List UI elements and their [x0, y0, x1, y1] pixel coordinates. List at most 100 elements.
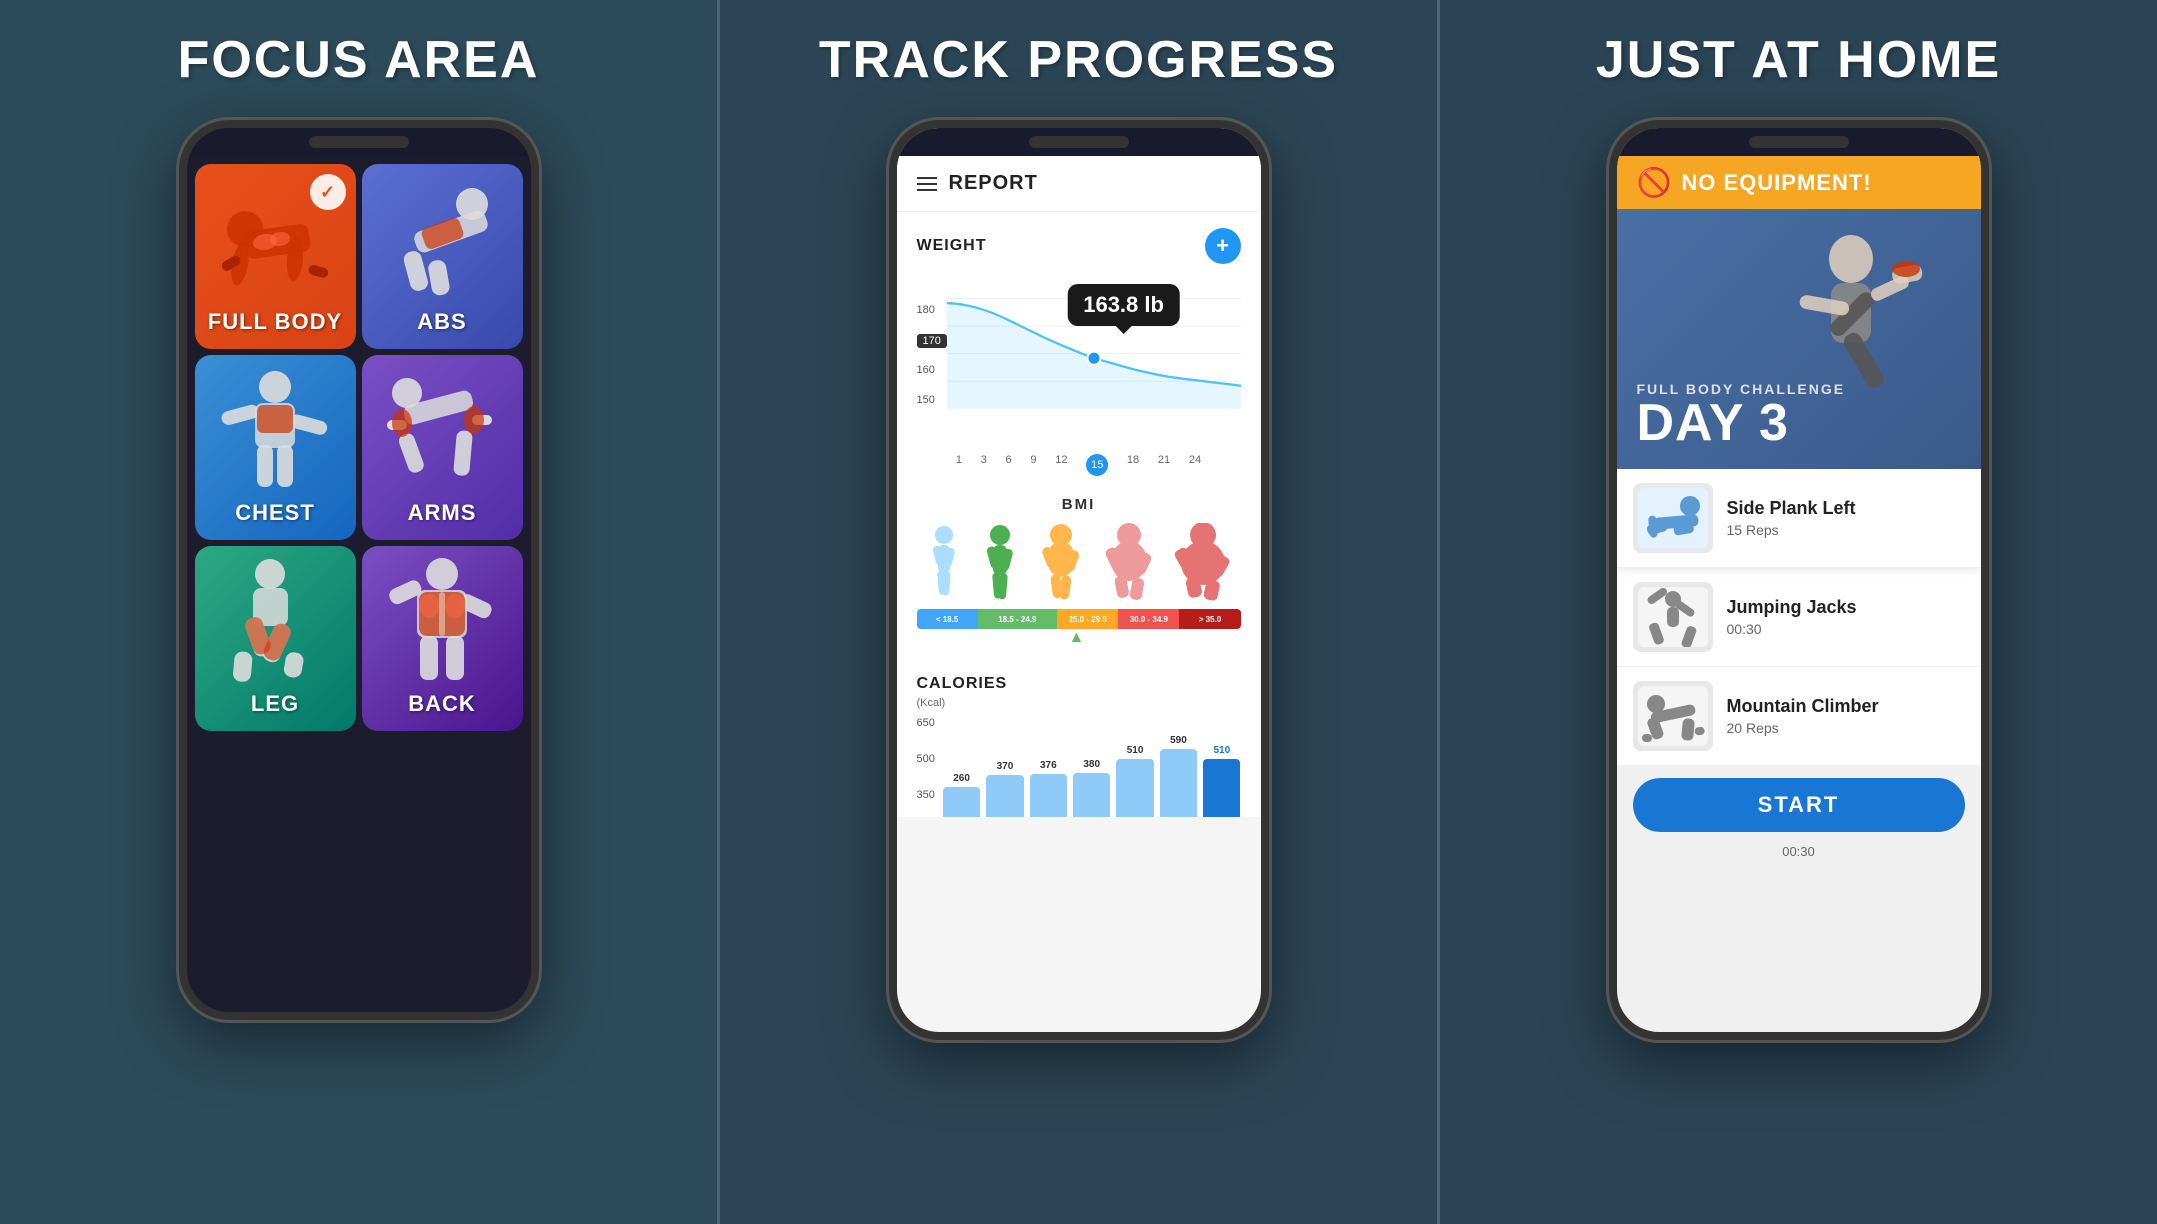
hamburger-icon[interactable] [917, 177, 937, 191]
exercise-reps-jumping-jacks: 00:30 [1727, 621, 1965, 637]
cal-bar-fill-380 [1073, 773, 1110, 817]
y-label-160: 160 [917, 364, 935, 376]
cal-bar-fill-370 [986, 775, 1023, 817]
cal-bar-fill-510b [1203, 759, 1240, 817]
cal-bar-370: 370 [986, 761, 1023, 817]
calories-chart: 260 370 376 380 [943, 717, 1241, 817]
exercise-name-jumping-jacks: Jumping Jacks [1727, 597, 1965, 618]
arms-label: ARMS [408, 500, 477, 526]
focus-card-chest[interactable]: CHEST [195, 355, 356, 540]
calories-label: CALORIES [917, 675, 1241, 693]
track-progress-section: TRACK PROGRESS REPORT WEIGHT + [720, 0, 1437, 1224]
x-label-21: 21 [1158, 454, 1170, 476]
challenge-day: DAY 3 [1637, 397, 1961, 449]
no-equipment-text: NO EQUIPMENT! [1681, 170, 1871, 196]
cal-val-510b: 510 [1213, 745, 1230, 756]
bmi-figure-normal [980, 523, 1020, 603]
mountain-climber-thumbnail [1638, 686, 1708, 746]
bmi-seg-very-obese: > 35.0 [1179, 609, 1240, 629]
bmi-range-2: 18.5 - 24.9 [998, 615, 1036, 624]
cal-bar-380: 380 [1073, 759, 1110, 817]
report-title: REPORT [949, 172, 1038, 195]
x-label-3: 3 [981, 454, 987, 476]
cal-y-axis: 650 500 350 [917, 717, 935, 817]
jumping-jacks-thumbnail [1638, 587, 1708, 647]
just-at-home-section: JUST AT HOME 🚫 NO EQUIPMENT! [1440, 0, 2157, 1224]
bmi-seg-obese: 30.0 - 34.9 [1118, 609, 1179, 629]
focus-card-back[interactable]: BACK [362, 546, 523, 731]
weight-label: WEIGHT [917, 237, 987, 255]
focus-card-leg[interactable]: LEG [195, 546, 356, 731]
leg-label: LEG [251, 691, 299, 717]
cal-bar-fill-260 [943, 787, 980, 817]
exercise-item-mountain-climber[interactable]: Mountain Climber 20 Reps [1617, 667, 1981, 766]
bmi-range-3: 25.0 - 29.9 [1069, 615, 1107, 624]
chart-x-labels: 1 3 6 9 12 15 18 21 24 [917, 454, 1241, 476]
focus-area-title: FOCUS AREA [178, 30, 540, 90]
report-content: WEIGHT + 163.8 lb 180 170 160 150 [897, 212, 1261, 817]
notch-bar-3 [1749, 136, 1849, 148]
x-label-24: 24 [1189, 454, 1201, 476]
cal-y-650: 650 [917, 717, 935, 729]
bmi-range-1: < 18.5 [936, 615, 958, 624]
cal-bar-590: 590 [1160, 735, 1197, 817]
focus-card-abs[interactable]: ABS [362, 164, 523, 349]
exercise-info-side-plank: Side Plank Left 15 Reps [1727, 498, 1965, 538]
exercise-name-side-plank: Side Plank Left [1727, 498, 1965, 519]
focus-card-full-body[interactable]: ✓ FULL BODY [195, 164, 356, 349]
cal-bar-fill-510a [1116, 759, 1153, 817]
exercise-item-jumping-jacks[interactable]: Jumping Jacks 00:30 [1617, 568, 1981, 667]
x-label-6: 6 [1006, 454, 1012, 476]
weight-add-button[interactable]: + [1205, 228, 1241, 264]
exercise-thumb-jumping-jacks [1633, 582, 1713, 652]
exercise-name-mountain-climber: Mountain Climber [1727, 696, 1965, 717]
exercise-reps-side-plank: 15 Reps [1727, 522, 1965, 538]
bmi-seg-normal: 18.5 - 24.9 [978, 609, 1058, 629]
start-button[interactable]: START [1633, 778, 1965, 832]
weight-section: WEIGHT + 163.8 lb 180 170 160 150 [917, 212, 1241, 484]
cal-y-500: 500 [917, 753, 935, 765]
report-header: REPORT [897, 156, 1261, 212]
start-label: START [1758, 792, 1840, 817]
y-label-170: 170 [917, 334, 947, 348]
start-time: 00:30 [1617, 844, 1981, 869]
track-progress-title: TRACK PROGRESS [819, 30, 1338, 90]
bmi-range-5: > 35.0 [1199, 615, 1221, 624]
focus-area-phone: ✓ FULL BODY [179, 120, 539, 1020]
y-label-180: 180 [917, 304, 935, 316]
leg-figure [215, 556, 335, 686]
cal-bar-fill-376 [1030, 774, 1067, 817]
phone-notch-2 [897, 128, 1261, 156]
exercise-item-side-plank[interactable]: Side Plank Left 15 Reps [1617, 469, 1981, 568]
exercise-reps-mountain-climber: 20 Reps [1727, 720, 1965, 736]
cal-val-376: 376 [1040, 760, 1057, 771]
cal-bar-510a: 510 [1116, 745, 1153, 817]
chest-figure [215, 365, 335, 495]
cal-bar-376: 376 [1030, 760, 1067, 817]
hamburger-line-1 [917, 177, 937, 179]
x-label-18: 18 [1127, 454, 1139, 476]
cal-val-380: 380 [1083, 759, 1100, 770]
back-label: BACK [408, 691, 476, 717]
bmi-section: BMI [917, 484, 1241, 659]
x-label-9: 9 [1030, 454, 1036, 476]
bmi-figure-overweight [1036, 523, 1086, 603]
x-label-1: 1 [956, 454, 962, 476]
bmi-arrow-icon: ▲ [1069, 629, 1085, 647]
cal-bar-fill-590 [1160, 749, 1197, 817]
cal-val-510a: 510 [1127, 745, 1144, 756]
focus-card-arms[interactable]: ARMS [362, 355, 523, 540]
full-body-figure [215, 174, 335, 304]
notch-bar [309, 136, 409, 148]
phone-notch-1 [187, 128, 531, 156]
focus-grid: ✓ FULL BODY [187, 156, 531, 739]
side-plank-thumbnail [1638, 488, 1708, 548]
back-figure [382, 556, 502, 686]
calories-section: CALORIES (Kcal) 650 500 350 260 [917, 659, 1241, 817]
bmi-indicator: ▲ [1069, 629, 1241, 647]
calories-unit: (Kcal) [917, 697, 1241, 709]
cal-val-260: 260 [953, 773, 970, 784]
bmi-seg-overweight: 25.0 - 29.9 [1057, 609, 1118, 629]
cal-bar-260: 260 [943, 773, 980, 817]
hamburger-line-2 [917, 183, 937, 185]
